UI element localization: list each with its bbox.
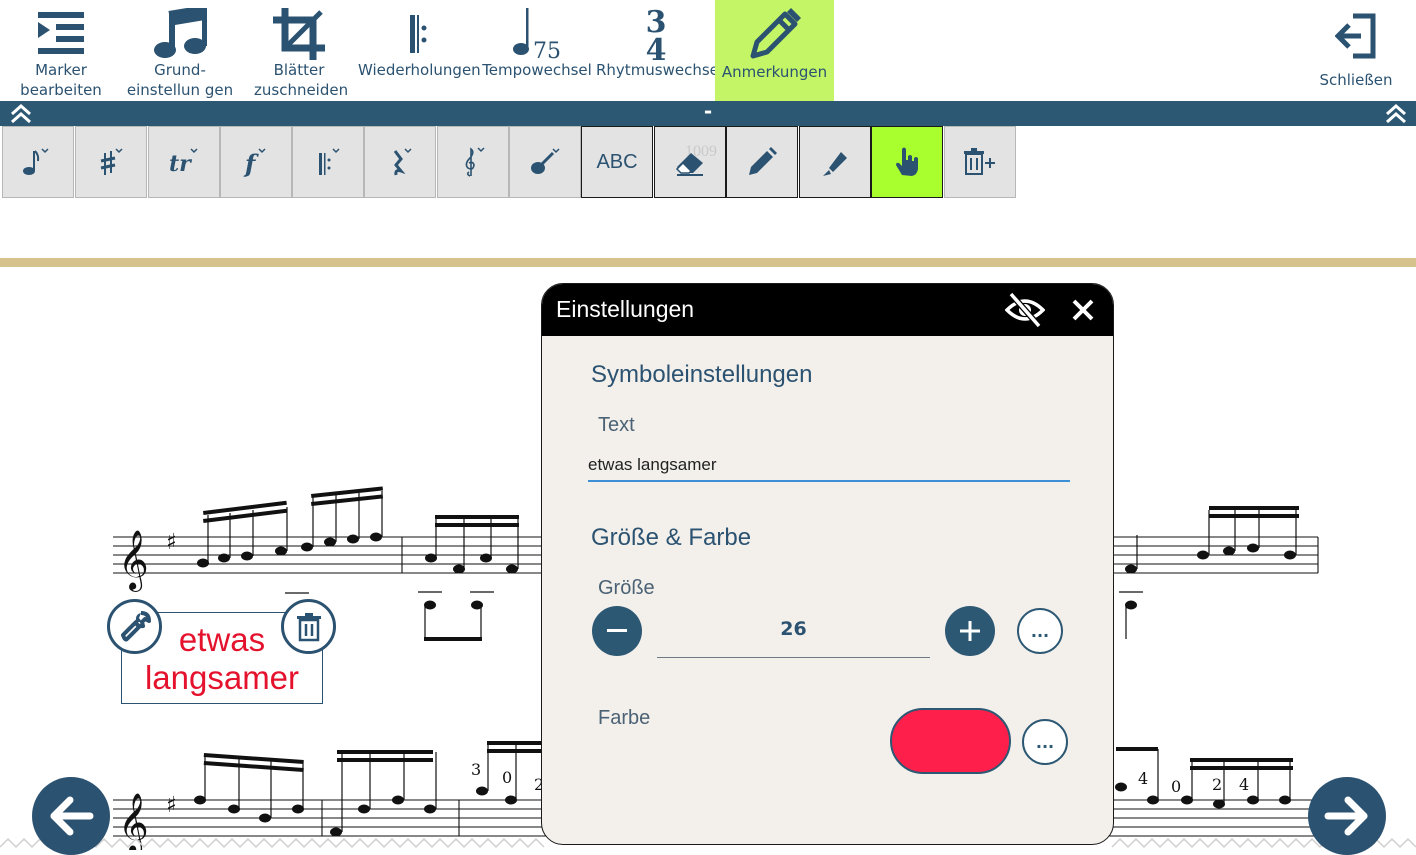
size-more-button[interactable]: ... [1017,608,1063,654]
color-swatch[interactable] [890,708,1011,774]
svg-text:4: 4 [1138,769,1148,788]
eraser-tool[interactable]: 1009 [654,126,726,198]
rest-icon [393,148,412,176]
increase-size-button[interactable] [945,606,995,656]
time-signature-icon: 34 [596,6,716,62]
pencil-icon [715,8,834,60]
text-tool[interactable]: ABC [581,126,653,198]
marker-edit-button[interactable]: Marker bearbeiten [0,0,122,101]
rest-tool[interactable] [364,126,436,198]
guitar-icon [531,148,560,174]
previous-page-button[interactable] [32,777,110,855]
pencil-icon [749,147,777,175]
annotation-settings-button[interactable] [107,599,162,654]
ornament-tool[interactable]: tr [148,126,220,198]
close-icon[interactable] [1072,299,1094,321]
repeat-tool[interactable] [292,126,364,198]
forte-icon: f [243,148,266,177]
next-page-button[interactable] [1308,777,1386,855]
trill-icon: tr [169,148,198,177]
top-toolbar: Marker bearbeiten Grund-einstellun gen B… [0,0,1416,101]
minus-icon [607,629,627,632]
note-tool[interactable] [2,126,74,198]
eighth-note-icon [23,148,49,175]
color-more-button[interactable]: ... [1022,719,1068,765]
size-color-heading: Größe & Farbe [591,524,752,551]
arrow-left-icon [50,796,94,836]
decrease-size-button[interactable] [592,606,642,656]
text-label: Text [598,414,635,436]
eraser-icon [675,153,703,176]
repeat-bar-icon [319,148,340,175]
svg-text:2: 2 [1212,775,1222,794]
dialog-title: Einstellungen [556,296,695,322]
music-note-icon [120,8,240,60]
abc-text-icon: ABC [596,150,638,173]
collapse-strip: - [0,99,1416,126]
hand-pointer-icon [896,147,918,176]
basic-settings-button[interactable]: Grund-einstellun gen [120,0,240,101]
collapse-up-icon[interactable] [10,104,32,124]
trash-icon [296,612,321,641]
hide-eye-icon[interactable] [1005,292,1045,328]
svg-text:75: 75 [533,39,561,60]
symbol-settings-heading: Symboleinstellungen [591,361,813,388]
dynamics-tool[interactable]: f [220,126,292,198]
settings-dialog: Einstellungen Symboleinstellungen Text e… [541,283,1114,845]
delete-all-tool[interactable] [944,126,1016,198]
tempo-change-button[interactable]: 75 Tempowechsel [478,0,596,101]
pointer-tool[interactable] [871,126,943,198]
exit-icon [1306,10,1406,62]
text-input[interactable]: etwas langsamer [588,452,1070,482]
wrench-icon [120,610,151,641]
pencil-tool[interactable] [726,126,798,198]
accidental-tool[interactable] [75,126,147,198]
crop-icon [240,8,358,60]
sharp-icon [100,148,123,175]
svg-text:0: 0 [1171,777,1181,796]
crop-sheets-button[interactable]: Blätter zuschneiden [240,0,358,101]
svg-text:𝄞: 𝄞 [118,530,149,592]
annotations-button[interactable]: Anmerkungen [715,0,834,101]
arrow-right-icon [1324,796,1368,836]
strip-handle[interactable]: - [700,99,716,123]
dialog-header: Einstellungen [542,284,1113,336]
treble-clef-icon [465,147,485,177]
svg-text:4: 4 [646,33,667,62]
guitar-tool[interactable] [509,126,581,198]
plus-icon [960,621,980,641]
highlighter-tool[interactable] [799,126,871,198]
color-label: Farbe [598,707,651,729]
svg-text:0: 0 [502,768,512,787]
svg-text:♯: ♯ [166,793,177,818]
svg-text:f: f [243,149,259,177]
svg-text:♯: ♯ [166,530,177,555]
indent-list-icon [0,8,122,60]
page-top-border [0,258,1416,267]
annotation-line-2: langsamer [144,659,300,696]
rhythm-change-button[interactable]: 34 Rhytmuswechsel [596,0,723,101]
tempo-note-icon: 75 [478,8,596,60]
repeat-sign-icon [358,8,478,60]
svg-text:3: 3 [471,760,481,779]
annotation-delete-button[interactable] [281,599,336,654]
highlighter-icon [823,152,847,176]
collapse-up-icon-right[interactable] [1385,104,1407,124]
clef-tool[interactable] [437,126,509,198]
size-label: Größe [598,577,655,599]
trash-plus-icon [964,148,995,175]
svg-text:tr: tr [169,151,192,177]
svg-text:4: 4 [1239,775,1249,794]
close-button[interactable]: Schließen [1306,0,1406,101]
size-value[interactable]: 26 [657,609,930,658]
repeats-button[interactable]: Wiederholungen [358,0,481,101]
